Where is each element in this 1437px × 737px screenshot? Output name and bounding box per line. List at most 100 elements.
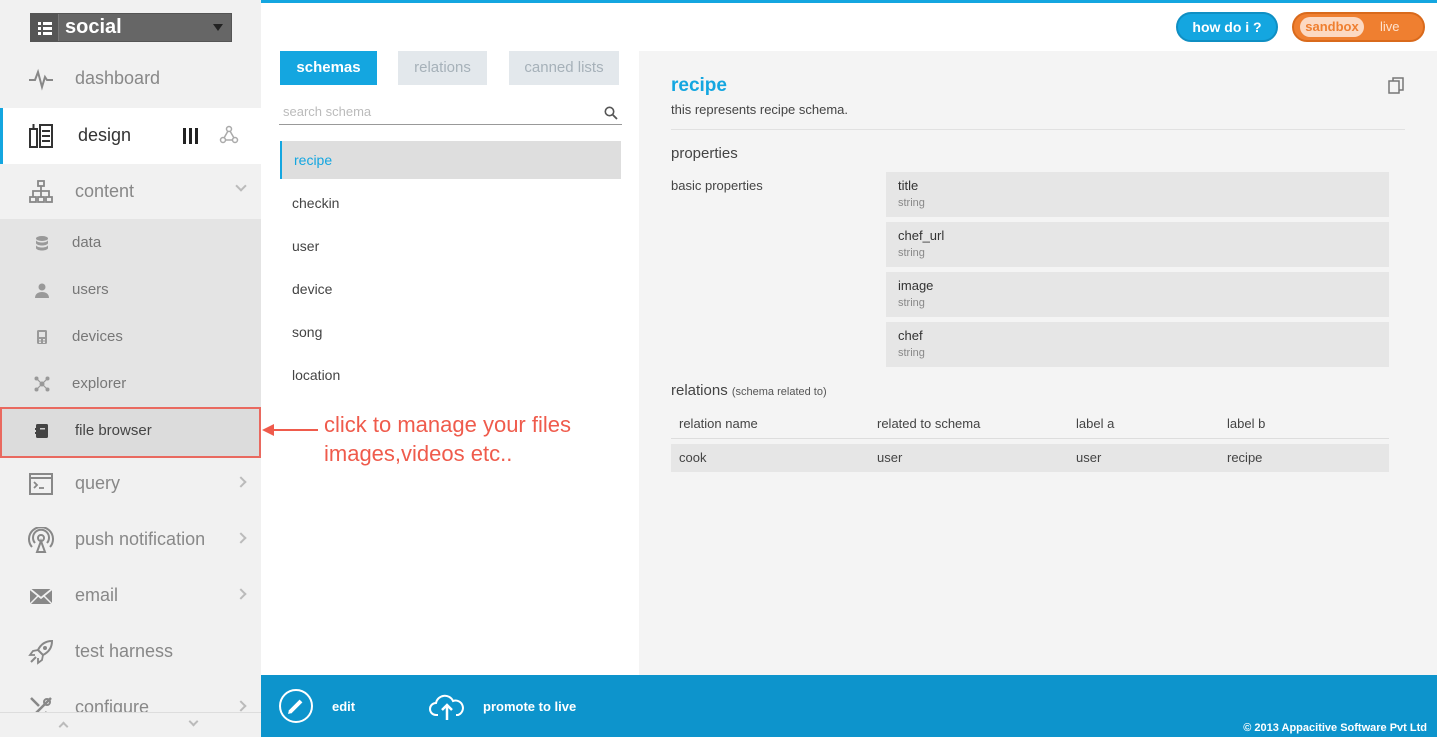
property-type: string [898, 347, 925, 359]
schema-item[interactable]: recipe [280, 141, 621, 179]
sidebar-item-test-harness[interactable]: test harness [0, 624, 261, 680]
sidebar-item-label: devices [72, 328, 123, 345]
broadcast-icon [28, 527, 54, 553]
envelope-icon [29, 588, 53, 605]
sidebar-subitem-explorer[interactable]: explorer [0, 360, 261, 407]
properties-heading: properties [671, 145, 738, 162]
copy-icon[interactable] [1388, 77, 1404, 94]
relations-heading: relations (schema related to) [671, 382, 827, 399]
sidebar-item-label: push notification [75, 529, 206, 549]
relations-heading-text: relations [671, 382, 728, 399]
top-accent-line [261, 0, 1437, 3]
property-card[interactable]: title string [886, 172, 1389, 217]
file-icon [35, 424, 48, 438]
sidebar-scroll-controls [0, 712, 261, 737]
sidebar-item-design[interactable]: design [0, 108, 261, 164]
sidebar-item-push-notification[interactable]: push notification [0, 512, 261, 568]
terminal-icon [29, 473, 53, 495]
annotation-line: click to manage your files [324, 412, 571, 437]
pencil-icon[interactable] [279, 689, 313, 723]
basic-properties-label: basic properties [671, 178, 763, 193]
schema-item[interactable]: song [280, 313, 621, 351]
search-icon[interactable] [604, 106, 618, 120]
table-cell: recipe [1227, 450, 1263, 465]
property-type: string [898, 197, 925, 209]
scroll-down-icon[interactable] [188, 716, 199, 727]
sidebar-item-query[interactable]: query [0, 456, 261, 512]
chevron-right-icon [235, 588, 247, 600]
property-type: string [898, 297, 925, 309]
sidebar-item-label: content [75, 181, 135, 201]
sidebar-item-email[interactable]: email [0, 568, 261, 624]
annotation-arrow-icon [262, 424, 318, 436]
chevron-right-icon [235, 700, 247, 712]
schema-item[interactable]: location [280, 356, 621, 394]
schema-title: recipe [671, 75, 727, 96]
schema-item[interactable]: user [280, 227, 621, 265]
sidebar: social dashboard design content data use… [0, 0, 261, 737]
chevron-down-icon [235, 180, 247, 192]
sidebar-subitem-devices[interactable]: devices [0, 313, 261, 360]
sidebar-item-content[interactable]: content [0, 164, 261, 220]
sidebar-item-label: explorer [72, 375, 127, 392]
property-card[interactable]: chef_url string [886, 222, 1389, 267]
scroll-up-icon[interactable] [58, 721, 69, 732]
app-grid-icon[interactable] [31, 14, 59, 41]
sidebar-item-label: file browser [75, 422, 152, 439]
search-input[interactable] [283, 104, 593, 119]
environment-toggle[interactable]: sandbox live [1292, 12, 1425, 42]
app-selector[interactable]: social [30, 13, 232, 42]
column-header: label a [1076, 416, 1115, 431]
sidebar-item-label: dashboard [75, 68, 161, 88]
user-icon [35, 283, 49, 298]
device-icon [37, 330, 47, 344]
relations-graph-icon[interactable] [219, 125, 239, 145]
sidebar-item-label: users [72, 281, 109, 298]
schema-description: this represents recipe schema. [671, 102, 849, 117]
tab-relations[interactable]: relations [398, 51, 487, 85]
annotation-text: click to manage your files images,videos… [324, 410, 644, 468]
sidebar-subitem-users[interactable]: users [0, 266, 261, 313]
promote-to-live-button[interactable]: promote to live [483, 699, 576, 714]
table-row[interactable]: cook user user recipe [671, 444, 1389, 472]
schema-item[interactable]: device [280, 270, 621, 308]
property-name: image [898, 278, 934, 293]
property-card[interactable]: image string [886, 272, 1389, 317]
property-card[interactable]: chef string [886, 322, 1389, 367]
relations-table-header: relation name related to schema label a … [671, 410, 1389, 439]
edit-button[interactable]: edit [332, 699, 355, 714]
copyright-text: © 2013 Appacitive Software Pvt Ltd [1243, 722, 1427, 734]
property-type: string [898, 247, 925, 259]
env-sandbox-option[interactable]: sandbox [1300, 17, 1364, 37]
cloud-upload-icon[interactable] [429, 691, 465, 721]
tab-schemas[interactable]: schemas [280, 51, 377, 85]
sidebar-subitem-file-browser[interactable]: file browser [0, 407, 261, 458]
chevron-right-icon [235, 532, 247, 544]
env-live-option[interactable]: live [1380, 19, 1400, 34]
relations-subheading: (schema related to) [731, 386, 827, 398]
schema-search [279, 101, 622, 125]
sidebar-item-dashboard[interactable]: dashboard [0, 51, 261, 107]
database-icon [36, 236, 48, 251]
pulse-icon [29, 68, 53, 91]
annotation-line: images,videos etc.. [324, 441, 513, 466]
sidebar-item-label: query [75, 473, 121, 493]
chevron-right-icon [235, 476, 247, 488]
sidebar-item-label: data [72, 234, 102, 251]
chevron-down-icon [213, 24, 223, 31]
schema-detail-panel: recipe this represents recipe schema. pr… [639, 51, 1437, 675]
footer-bar: edit promote to live © 2013 Appacitive S… [261, 675, 1437, 737]
table-cell: cook [679, 450, 707, 465]
content-submenu: data users devices explorer file browser [0, 219, 261, 458]
sitemap-icon [29, 180, 53, 203]
sidebar-item-label: email [75, 585, 119, 605]
tab-canned-lists[interactable]: canned lists [509, 51, 619, 85]
how-do-i-button[interactable]: how do i ? [1176, 12, 1278, 42]
schema-item[interactable]: checkin [280, 184, 621, 222]
sidebar-item-label: test harness [75, 641, 174, 661]
sidebar-subitem-data[interactable]: data [0, 219, 261, 266]
rocket-icon [28, 639, 54, 665]
property-name: chef [898, 328, 923, 343]
column-header: label b [1227, 416, 1266, 431]
columns-icon[interactable] [180, 127, 202, 145]
